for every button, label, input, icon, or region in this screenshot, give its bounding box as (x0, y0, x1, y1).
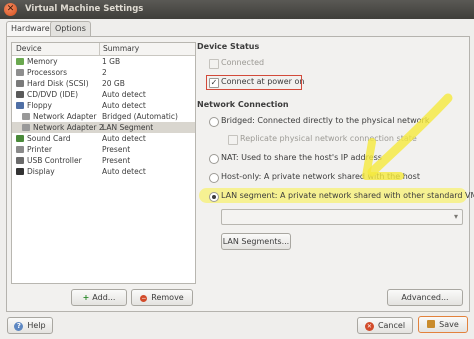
save-label: Save (439, 320, 459, 329)
nat-label: NAT: Used to share the host's IP address (221, 153, 382, 162)
help-icon: ? (14, 322, 24, 331)
nat-radio[interactable] (209, 154, 219, 164)
replicate-checkbox[interactable] (228, 135, 238, 145)
device-name: Printer (27, 145, 52, 154)
dialog-footer: ? Help ✕ Cancel Save (0, 312, 474, 339)
device-status-title: Device Status (197, 42, 260, 51)
device-summary: Bridged (Automatic) (102, 112, 178, 121)
save-icon (427, 320, 436, 328)
display-icon (16, 168, 24, 175)
connected-label: Connected (221, 58, 265, 67)
hardware-panel: Device Summary Memory 1 GB Processors 2 Hard… (6, 36, 474, 312)
device-row[interactable]: Network Adapter 2 LAN Segment (12, 122, 195, 133)
add-label: Add... (92, 293, 116, 302)
device-row[interactable]: Processors 2 (12, 67, 195, 78)
replicate-label: Replicate physical network connection st… (240, 134, 417, 143)
device-name: Memory (27, 57, 58, 66)
cancel-label: Cancel (377, 321, 406, 330)
connected-checkbox[interactable] (209, 59, 219, 69)
device-summary: Auto detect (102, 167, 146, 176)
lan-segment-select[interactable]: ▾ (221, 209, 463, 225)
processor-icon (16, 69, 24, 76)
help-button[interactable]: ? Help (7, 317, 53, 334)
hard-disk-icon (16, 80, 24, 87)
plus-icon: + (82, 293, 90, 302)
device-summary: 1 GB (102, 57, 121, 66)
device-row[interactable]: Floppy Auto detect (12, 100, 195, 111)
network-connection-title: Network Connection (197, 100, 289, 109)
column-header-device[interactable]: Device (16, 44, 42, 53)
device-row[interactable]: Sound Card Auto detect (12, 133, 195, 144)
device-row[interactable]: CD/DVD (IDE) Auto detect (12, 89, 195, 100)
device-name: CD/DVD (IDE) (27, 90, 79, 99)
cd-dvd-icon (16, 91, 24, 98)
floppy-icon (16, 102, 24, 109)
device-summary: 2 (102, 68, 107, 77)
printer-icon (16, 146, 24, 153)
device-list-header: Device Summary (12, 43, 195, 56)
device-name: Network Adapter (33, 112, 97, 121)
lan-segment-label: LAN segment: A private network shared wi… (221, 191, 474, 200)
device-name: Network Adapter 2 (33, 123, 104, 132)
title-bar: ✕ Virtual Machine Settings (0, 0, 474, 19)
column-divider (99, 43, 100, 55)
device-summary: Auto detect (102, 134, 146, 143)
tab-options[interactable]: Options (50, 21, 91, 36)
device-list[interactable]: Device Summary Memory 1 GB Processors 2 Hard… (11, 42, 196, 284)
add-device-button[interactable]: + Add... (71, 289, 127, 306)
lan-segments-button[interactable]: LAN Segments... (221, 233, 291, 250)
device-row[interactable]: USB Controller Present (12, 155, 195, 166)
remove-device-button[interactable]: − Remove (131, 289, 193, 306)
help-label: Help (27, 321, 46, 330)
device-summary: Auto detect (102, 101, 146, 110)
device-rows: Memory 1 GB Processors 2 Hard Disk (SCSI) 20 … (12, 56, 195, 177)
device-name: Sound Card (27, 134, 71, 143)
device-row[interactable]: Printer Present (12, 144, 195, 155)
remove-icon: − (140, 295, 148, 302)
device-row[interactable]: Hard Disk (SCSI) 20 GB (12, 78, 195, 89)
power-on-focus-outline (206, 75, 302, 90)
cancel-button[interactable]: ✕ Cancel (357, 317, 413, 334)
close-icon[interactable]: ✕ (4, 3, 17, 16)
usb-icon (16, 157, 24, 164)
device-name: Display (27, 167, 55, 176)
cancel-icon: ✕ (364, 322, 374, 331)
device-name: Floppy (27, 101, 52, 110)
device-summary: Present (102, 145, 131, 154)
device-summary: Auto detect (102, 90, 146, 99)
network-icon (22, 124, 30, 131)
device-summary: Present (102, 156, 131, 165)
bridged-label: Bridged: Connected directly to the physi… (221, 116, 430, 125)
device-summary: 20 GB (102, 79, 125, 88)
device-name: USB Controller (27, 156, 82, 165)
column-header-summary[interactable]: Summary (103, 44, 139, 53)
device-summary: LAN Segment (102, 123, 154, 132)
bridged-radio[interactable] (209, 117, 219, 127)
device-name: Processors (27, 68, 68, 77)
memory-icon (16, 58, 24, 65)
advanced-button[interactable]: Advanced... (387, 289, 463, 306)
device-row[interactable]: Network Adapter Bridged (Automatic) (12, 111, 195, 122)
host-only-radio[interactable] (209, 173, 219, 183)
device-name: Hard Disk (SCSI) (27, 79, 89, 88)
remove-label: Remove (151, 293, 184, 302)
window-title: Virtual Machine Settings (25, 4, 144, 14)
tab-hardware[interactable]: Hardware (6, 21, 55, 37)
device-row[interactable]: Display Auto detect (12, 166, 195, 177)
save-button[interactable]: Save (418, 316, 468, 333)
device-row[interactable]: Memory 1 GB (12, 56, 195, 67)
chevron-down-icon: ▾ (453, 212, 458, 221)
lan-segment-radio[interactable] (209, 192, 219, 202)
network-icon (22, 113, 30, 120)
host-only-label: Host-only: A private network shared with… (221, 172, 420, 181)
sound-card-icon (16, 135, 24, 142)
